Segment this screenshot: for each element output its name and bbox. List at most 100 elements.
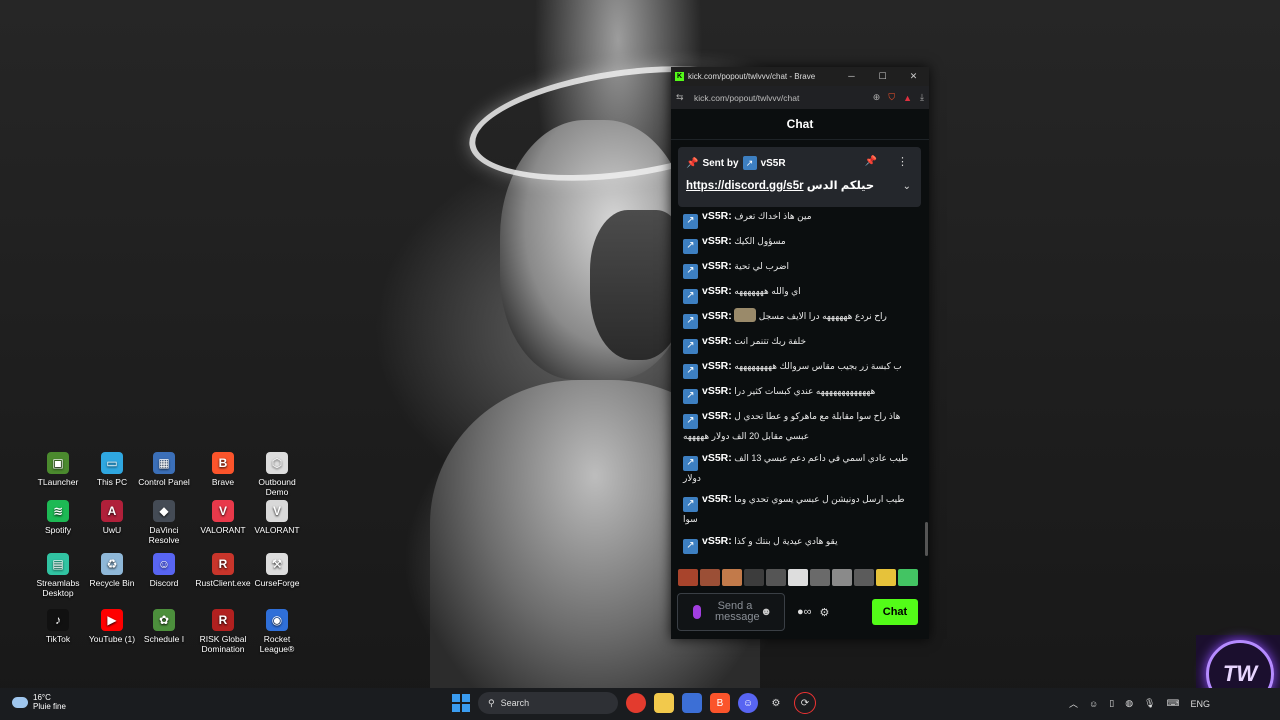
chat-username[interactable]: vS5R: — [702, 410, 732, 422]
desktop-icon-discord[interactable]: ☺ Discord — [134, 553, 194, 588]
unpin-icon[interactable]: 📌 — [865, 156, 877, 167]
app-taskbar-icon[interactable]: ⟳ — [794, 692, 816, 714]
kick-logo-icon: K — [675, 72, 684, 81]
chat-message[interactable]: ↗ vS5R: اضرب لي تحية — [683, 259, 913, 279]
desktop-icon-rocket-league[interactable]: ◉ Rocket League® — [247, 609, 307, 654]
desktop-icon-valorant[interactable]: V VALORANT — [247, 500, 307, 535]
chat-message[interactable]: ↗ vS5R: مسؤول الكيك — [683, 234, 913, 254]
emote-thumbnail[interactable] — [854, 569, 874, 586]
pinned-username[interactable]: vS5R — [761, 158, 786, 169]
chat-message[interactable]: ↗ vS5R: اي والله هههههههه — [683, 284, 913, 304]
chat-username[interactable]: vS5R: — [702, 385, 732, 397]
emote-picker-icon[interactable]: ●∞ — [797, 606, 812, 618]
desktop-icon-schedule-i[interactable]: ✿ Schedule I — [134, 609, 194, 644]
chevron-up-icon[interactable]: ︿ — [1069, 697, 1078, 710]
emote-thumbnail[interactable] — [832, 569, 852, 586]
desktop-icon-spotify[interactable]: ≋ Spotify — [28, 500, 88, 535]
chat-username[interactable]: vS5R: — [702, 335, 732, 347]
chat-username[interactable]: vS5R: — [702, 452, 732, 464]
desktop-icon-tiktok[interactable]: ♪ TikTok — [28, 609, 88, 644]
emote-thumbnail[interactable] — [766, 569, 786, 586]
chat-username[interactable]: vS5R: — [702, 260, 732, 272]
emote-thumbnail[interactable] — [744, 569, 764, 586]
chat-username[interactable]: vS5R: — [702, 535, 732, 547]
chevron-down-icon[interactable]: ⌄ — [903, 181, 911, 192]
chat-username[interactable]: vS5R: — [702, 285, 732, 297]
emote-thumbnail[interactable] — [810, 569, 830, 586]
close-icon[interactable]: ✕ — [898, 71, 929, 82]
file-explorer-icon[interactable] — [654, 693, 674, 713]
chat-scrollbar[interactable] — [925, 522, 928, 556]
download-icon[interactable]: ⤓ — [920, 92, 924, 103]
chat-message[interactable]: ↗ vS5R: طيب ارسل دونيشن ل عبسي يسوي تحدي … — [683, 492, 913, 526]
desktop-icon-risk-global-domination[interactable]: R RISK Global Domination — [193, 609, 253, 654]
title-bar[interactable]: K kick.com/popout/twlvvv/chat - Brave ─ … — [671, 67, 929, 86]
desktop-icon-uwu[interactable]: A UwU — [82, 500, 142, 535]
desktop-icon-outbound-demo[interactable]: ⬡ Outbound Demo — [247, 452, 307, 497]
desktop-icon-tlauncher[interactable]: ▣ TLauncher — [28, 452, 88, 487]
language-indicator[interactable]: ENG — [1190, 699, 1210, 709]
emoji-icon[interactable]: ☻ — [760, 606, 772, 618]
chat-message[interactable]: ↗ vS5R: خلفة ربك تتنمر انت — [683, 334, 913, 354]
desktop-icon-valorant[interactable]: V VALORANT — [193, 500, 253, 535]
start-windows-icon[interactable] — [452, 694, 470, 712]
desktop-icon-rustclient-exe[interactable]: R RustClient.exe — [193, 553, 253, 588]
chat-message[interactable]: ↗ vS5R: هههههههههههههه عندي كبسات كثير در… — [683, 384, 913, 404]
desktop-icon-control-panel[interactable]: ▦ Control Panel — [134, 452, 194, 487]
chat-message[interactable]: ↗ vS5R: ب كبسة زر بجيب مقاس سروالك هههههه… — [683, 359, 913, 379]
emote-thumbnail[interactable] — [876, 569, 896, 586]
brave-rewards-icon[interactable]: ▲ — [903, 93, 912, 103]
app-icon: ▶ — [101, 609, 123, 631]
pinned-message[interactable]: 📌 Sent by ↗ vS5R 📌 ⋮ https://discord.gg/… — [678, 147, 921, 207]
chrome-icon[interactable] — [626, 693, 646, 713]
message-input[interactable]: Send a message ☻ — [677, 593, 785, 631]
emote-thumbnail[interactable] — [700, 569, 720, 586]
desktop-icon-brave[interactable]: B Brave — [193, 452, 253, 487]
chat-username[interactable]: vS5R: — [702, 493, 732, 505]
desktop-icon-youtube-1[interactable]: ▶ YouTube (1) — [82, 609, 142, 644]
chat-username[interactable]: vS5R: — [702, 210, 732, 222]
desktop-icon-streamlabs-desktop[interactable]: ▤ Streamlabs Desktop — [28, 553, 88, 598]
chat-message[interactable]: ↗ vS5R: راح نردع ههههههه درا الايف مسجل — [683, 308, 913, 329]
chat-message[interactable]: ↗ vS5R: طيب عادي اسمي في داعم دعم عبسي 13… — [683, 451, 913, 485]
chat-message[interactable]: ↗ vS5R: مين هاذ اخداك تعرف — [683, 209, 913, 229]
emote-thumbnail[interactable] — [898, 569, 918, 586]
chat-message[interactable]: ↗ vS5R: يقو هادي عيدية ل بنتك و كذا — [683, 534, 913, 554]
store-icon[interactable] — [682, 693, 702, 713]
address-bar[interactable]: ⇆ kick.com/popout/twlvvv/chat ⊕ ⛉ ▲ ⤓ — [671, 86, 929, 109]
emote-thumbnail[interactable] — [722, 569, 742, 586]
emote-thumbnail[interactable] — [678, 569, 698, 586]
zoom-icon[interactable]: ⊕ — [873, 92, 881, 103]
brave-shields-icon[interactable]: ⛉ — [888, 92, 895, 103]
settings-taskbar-icon[interactable]: ⚙ — [766, 693, 786, 713]
microphone-icon[interactable]: 🎙 — [1144, 698, 1155, 709]
discord-tray-icon[interactable]: ☺ — [1089, 699, 1098, 709]
usb-icon[interactable]: ▯ — [1109, 698, 1114, 709]
chat-message[interactable]: ↗ vS5R: هاذ راح سوا مقابلة مع ماهركو و عط… — [683, 409, 913, 443]
user-badge-icon: ↗ — [683, 213, 698, 229]
send-chat-button[interactable]: Chat — [872, 599, 918, 625]
weather-widget[interactable]: 16°C Pluie fine — [12, 693, 66, 711]
taskbar-search[interactable]: ⚲ Search — [478, 692, 618, 714]
brave-taskbar-icon[interactable]: B — [710, 693, 730, 713]
settings-gear-icon[interactable]: ⚙ — [820, 606, 830, 619]
chat-username[interactable]: vS5R: — [702, 235, 732, 247]
minimize-icon[interactable]: ─ — [836, 71, 867, 82]
discord-taskbar-icon[interactable]: ☺ — [738, 693, 758, 713]
chat-username[interactable]: vS5R: — [702, 360, 732, 372]
desktop-icon-this-pc[interactable]: ▭ This PC — [82, 452, 142, 487]
maximize-icon[interactable]: ☐ — [867, 71, 898, 82]
pinned-link[interactable]: https://discord.gg/s5r — [686, 180, 804, 192]
site-settings-icon[interactable]: ⇆ — [676, 92, 690, 103]
emote-thumbnail[interactable] — [788, 569, 808, 586]
more-options-icon[interactable]: ⋮ — [897, 155, 908, 168]
keyboard-icon[interactable]: ⌨ — [1166, 698, 1179, 709]
url-text[interactable]: kick.com/popout/twlvvv/chat — [694, 93, 799, 103]
shield-tray-icon[interactable]: ◍ — [1125, 698, 1133, 709]
message-placeholder[interactable]: Send a message — [715, 601, 760, 623]
desktop-icon-recycle-bin[interactable]: ♻ Recycle Bin — [82, 553, 142, 588]
mic-icon[interactable] — [693, 605, 701, 619]
chat-username[interactable]: vS5R: — [702, 310, 732, 322]
desktop-icon-davinci-resolve[interactable]: ◆ DaVinci Resolve — [134, 500, 194, 545]
desktop-icon-curseforge[interactable]: ⚒ CurseForge — [247, 553, 307, 588]
